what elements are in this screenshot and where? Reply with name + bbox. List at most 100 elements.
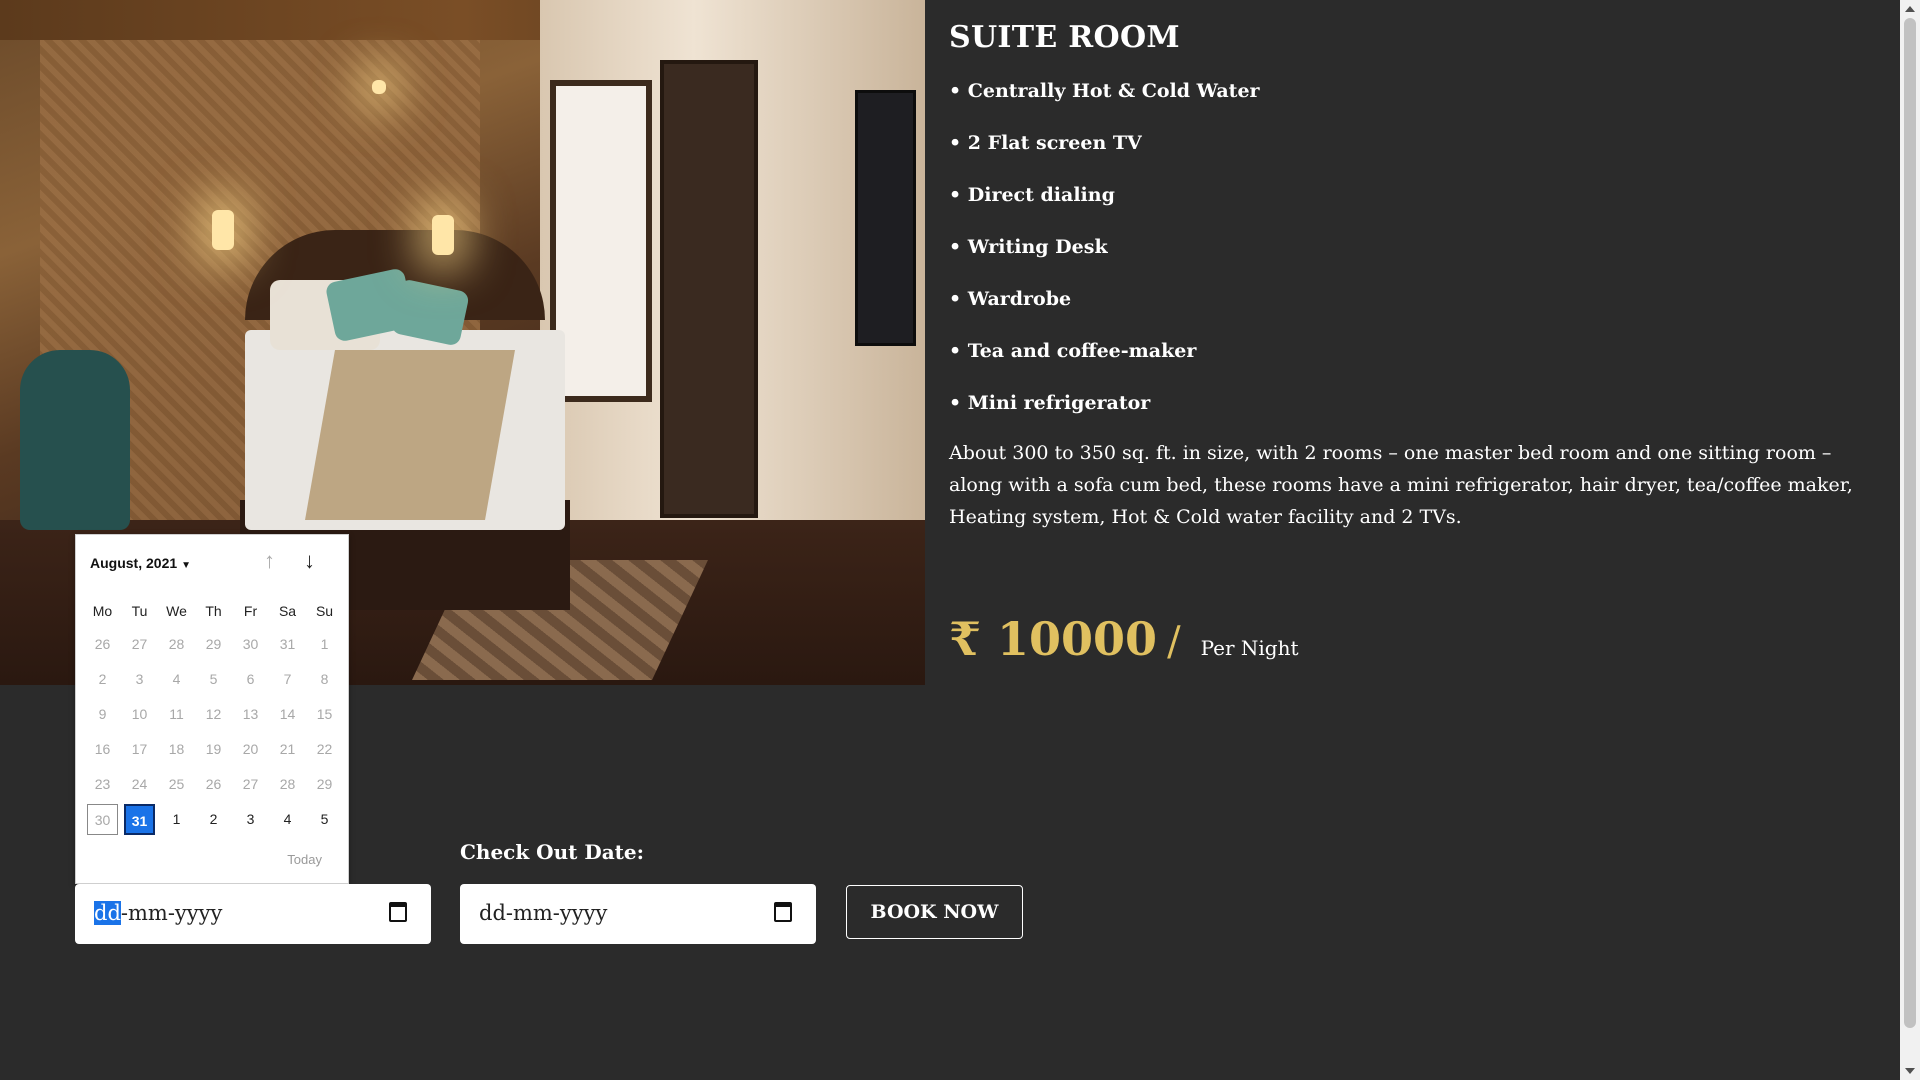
- calendar-day[interactable]: 27: [121, 627, 158, 662]
- day-number: 28: [168, 636, 185, 652]
- calendar-day[interactable]: 29: [195, 627, 232, 662]
- calendar-day[interactable]: 13: [232, 697, 269, 732]
- day-number: 1: [320, 636, 329, 652]
- day-number: 17: [131, 741, 148, 757]
- vertical-scrollbar[interactable]: [1900, 0, 1920, 1080]
- month-year-selector[interactable]: August, 2021 ▼: [90, 555, 191, 571]
- day-number: 27: [131, 636, 148, 652]
- calendar-day[interactable]: 1: [158, 802, 195, 837]
- calendar-day-selected[interactable]: 31: [121, 802, 158, 837]
- calendar-day[interactable]: 31: [269, 627, 306, 662]
- day-number: 2: [209, 811, 218, 827]
- room-title: SUITE ROOM: [949, 20, 1180, 55]
- feature-item: • Mini refrigerator: [949, 392, 1151, 414]
- day-number: 16: [94, 741, 111, 757]
- calendar-day[interactable]: 6: [232, 662, 269, 697]
- calendar-day[interactable]: 28: [158, 627, 195, 662]
- calendar-day[interactable]: 17: [121, 732, 158, 767]
- calendar-day[interactable]: 7: [269, 662, 306, 697]
- calendar-day[interactable]: 22: [306, 732, 343, 767]
- feature-item: • 2 Flat screen TV: [949, 132, 1142, 154]
- checkout-date-value: dd-mm-yyyy: [479, 901, 608, 925]
- book-now-button[interactable]: BOOK NOW: [846, 885, 1023, 939]
- checkin-date-value: dd-mm-yyyy: [94, 901, 222, 925]
- price-amount: ₹ 10000: [949, 612, 1158, 666]
- day-number: 11: [169, 706, 184, 722]
- weekday-header: Mo: [92, 603, 113, 619]
- calendar-day[interactable]: 5: [195, 662, 232, 697]
- calendar-day[interactable]: 3: [121, 662, 158, 697]
- feature-item: • Wardrobe: [949, 288, 1072, 310]
- feature-list: • Centrally Hot & Cold Water • 2 Flat sc…: [949, 78, 1260, 442]
- caret-down-icon: ▼: [181, 560, 192, 571]
- weekday-header: Su: [315, 603, 334, 619]
- calendar-day[interactable]: 3: [232, 802, 269, 837]
- feature-item: • Direct dialing: [949, 184, 1115, 206]
- photo-tv: [855, 90, 916, 346]
- photo-window: [550, 80, 652, 402]
- previous-month-arrow-icon[interactable]: ↑: [264, 550, 275, 572]
- calendar-day[interactable]: 28: [269, 767, 306, 802]
- photo-lamp: [212, 210, 234, 250]
- weekday-header: Th: [205, 603, 222, 619]
- calendar-day[interactable]: 20: [232, 732, 269, 767]
- weekday-header: Tu: [131, 603, 148, 619]
- calendar-day[interactable]: 15: [306, 697, 343, 732]
- calendar-day[interactable]: 2: [84, 662, 121, 697]
- checkin-date-input[interactable]: dd-mm-yyyy: [75, 884, 431, 944]
- calendar-day[interactable]: 24: [121, 767, 158, 802]
- calendar-day[interactable]: 16: [84, 732, 121, 767]
- calendar-day[interactable]: 26: [195, 767, 232, 802]
- day-number: 29: [205, 636, 222, 652]
- calendar-day[interactable]: 19: [195, 732, 232, 767]
- calendar-icon[interactable]: [389, 902, 407, 922]
- today-button[interactable]: Today: [287, 852, 322, 867]
- calendar-day[interactable]: 2: [195, 802, 232, 837]
- date-segment-rest: -mm-yyyy: [120, 901, 223, 925]
- calendar-day[interactable]: 26: [84, 627, 121, 662]
- room-description: About 300 to 350 sq. ft. in size, with 2…: [949, 442, 1853, 528]
- scroll-down-arrow-icon[interactable]: [1905, 1068, 1915, 1074]
- feature-item: • Tea and coffee-maker: [949, 340, 1197, 362]
- checkout-date-input[interactable]: dd-mm-yyyy: [460, 884, 816, 944]
- feature-item: • Centrally Hot & Cold Water: [949, 80, 1260, 102]
- calendar-day[interactable]: 8: [306, 662, 343, 697]
- calendar-day[interactable]: 21: [269, 732, 306, 767]
- calendar-day[interactable]: 25: [158, 767, 195, 802]
- checkout-label: Check Out Date:: [460, 840, 644, 864]
- calendar-icon[interactable]: [774, 902, 792, 922]
- calendar-day[interactable]: 29: [306, 767, 343, 802]
- day-number: 6: [246, 671, 255, 687]
- day-number: 3: [135, 671, 144, 687]
- calendar-day[interactable]: 1: [306, 627, 343, 662]
- calendar-day[interactable]: 14: [269, 697, 306, 732]
- calendar-day[interactable]: 4: [158, 662, 195, 697]
- calendar-day[interactable]: 12: [195, 697, 232, 732]
- date-picker-popup: August, 2021 ▼ ↑ ↓ Mo Tu We Th Fr Sa Su 2…: [75, 534, 349, 884]
- scroll-up-arrow-icon[interactable]: [1905, 6, 1915, 12]
- day-number: 2: [98, 671, 107, 687]
- calendar-day[interactable]: 27: [232, 767, 269, 802]
- day-number: 20: [242, 741, 259, 757]
- day-number: 30: [242, 636, 259, 652]
- scrollbar-thumb[interactable]: [1904, 18, 1916, 1028]
- calendar-day[interactable]: 30: [84, 802, 121, 837]
- day-number: 26: [94, 636, 111, 652]
- day-segment-highlight: dd: [94, 901, 121, 925]
- calendar-day[interactable]: 4: [269, 802, 306, 837]
- day-number: 18: [168, 741, 185, 757]
- price-unit: Per Night: [1200, 636, 1299, 660]
- weekday-header: We: [166, 603, 187, 619]
- calendar-day[interactable]: 10: [121, 697, 158, 732]
- feature-item: • Writing Desk: [949, 236, 1108, 258]
- calendar-day[interactable]: 18: [158, 732, 195, 767]
- day-number: 7: [283, 671, 292, 687]
- next-month-arrow-icon[interactable]: ↓: [304, 550, 315, 572]
- weekday-header: Sa: [278, 603, 297, 619]
- calendar-day[interactable]: 9: [84, 697, 121, 732]
- calendar-day[interactable]: 23: [84, 767, 121, 802]
- calendar-day[interactable]: 30: [232, 627, 269, 662]
- calendar-day[interactable]: 11: [158, 697, 195, 732]
- day-number: 10: [131, 706, 148, 722]
- calendar-day[interactable]: 5: [306, 802, 343, 837]
